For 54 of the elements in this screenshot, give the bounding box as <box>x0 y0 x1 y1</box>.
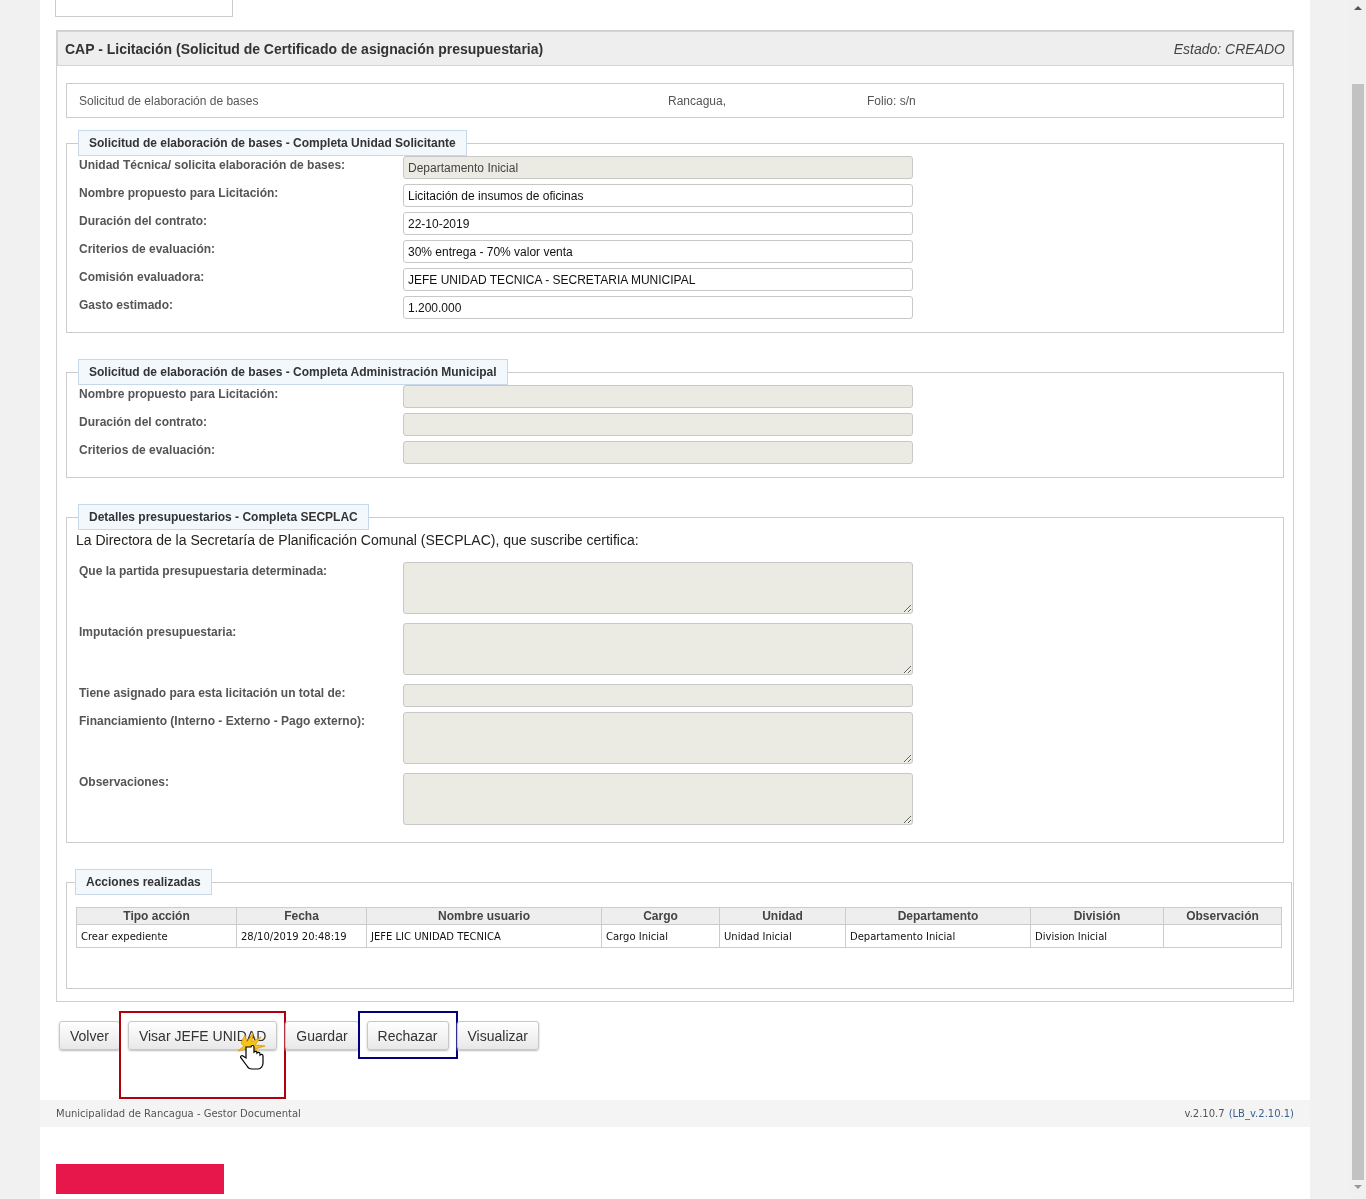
section-legend: Solicitud de elaboración de bases - Completa Unidad Solicitante <box>78 130 467 156</box>
field-label: Financiamiento (Interno - Externo - Pago externo): <box>79 713 367 728</box>
column-header: Observación <box>1163 907 1282 925</box>
section-legend: Solicitud de elaboración de bases - Completa Administración Municipal <box>78 359 508 385</box>
field-label: Criterios de evaluación: <box>79 442 217 457</box>
input-field[interactable]: Licitación de insumos de oficinas <box>403 184 913 207</box>
column-header: Departamento <box>845 907 1031 925</box>
input-field[interactable]: 30% entrega - 70% valor venta <box>403 240 913 263</box>
column-header: Tipo acción <box>76 907 237 925</box>
version-text: v.2.10.7 <box>1184 1108 1225 1119</box>
scroll-up-icon[interactable] <box>1354 6 1362 10</box>
folio-text: Folio: s/n <box>867 93 916 108</box>
field-label: Duración del contrato: <box>79 213 208 228</box>
table-cell: Unidad Inicial <box>719 924 846 948</box>
column-header: Nombre usuario <box>366 907 602 925</box>
city-text: Rancagua, <box>668 93 728 108</box>
field-label: Duración del contrato: <box>79 414 208 429</box>
section-legend: Acciones realizadas <box>75 869 212 895</box>
field-label: Comisión evaluadora: <box>79 269 206 284</box>
field-label: Unidad Técnica/ solicita elaboración de bases: <box>79 157 347 172</box>
status-text: Estado: CREADO <box>1173 40 1285 57</box>
scroll-down-icon[interactable] <box>1354 1185 1362 1189</box>
table-cell: Crear expediente <box>76 924 237 948</box>
input-field[interactable]: 22-10-2019 <box>403 212 913 235</box>
section-legend: Detalles presupuestarios - Completa SECPLAC <box>78 504 369 530</box>
column-header: Fecha <box>236 907 367 925</box>
panel-title: CAP - Licitación (Solicitud de Certificado de asignación presupuestaria) <box>65 40 544 57</box>
table-cell: Departamento Inicial <box>845 924 1031 948</box>
field-label: Que la partida presupuestaria determinada: <box>79 563 329 578</box>
field-label: Imputación presupuestaria: <box>79 624 238 639</box>
input-field[interactable]: 1.200.000 <box>403 296 913 319</box>
field-label: Tiene asignado para esta licitación un total de: <box>79 685 347 700</box>
intro-text: La Directora de la Secretaría de Planificación Comunal (SECPLAC), que suscribe certifica: <box>76 532 640 548</box>
action-button[interactable]: Guardar <box>285 1021 359 1050</box>
table-cell: Cargo Inicial <box>601 924 720 948</box>
table-cell: Division Inicial <box>1030 924 1164 948</box>
field-label: Observaciones: <box>79 774 171 789</box>
document-type: Solicitud de elaboración de bases <box>79 93 260 108</box>
field-label: Nombre propuesto para Licitación: <box>79 386 280 401</box>
field-label: Nombre propuesto para Licitación: <box>79 185 280 200</box>
action-button[interactable]: Rechazar <box>366 1021 449 1050</box>
column-header: Unidad <box>719 907 846 925</box>
table-cell: 28/10/2019 20:48:19 <box>236 924 367 948</box>
footer-text: Municipalidad de Rancagua - Gestor Documental <box>56 1108 301 1119</box>
table-cell: JEFE LIC UNIDAD TECNICA <box>366 924 602 948</box>
column-header: División <box>1030 907 1164 925</box>
action-button[interactable]: Volver <box>59 1021 120 1050</box>
field-label: Criterios de evaluación: <box>79 241 217 256</box>
build-link[interactable]: (LB_v.2.10.1) <box>1228 1108 1294 1119</box>
field-label: Gasto estimado: <box>79 297 175 312</box>
scrollbar-thumb[interactable] <box>1352 84 1364 1180</box>
input-field[interactable]: JEFE UNIDAD TECNICA - SECRETARIA MUNICIPAL <box>403 268 913 291</box>
column-header: Cargo <box>601 907 720 925</box>
action-button[interactable]: Visualizar <box>456 1021 539 1050</box>
